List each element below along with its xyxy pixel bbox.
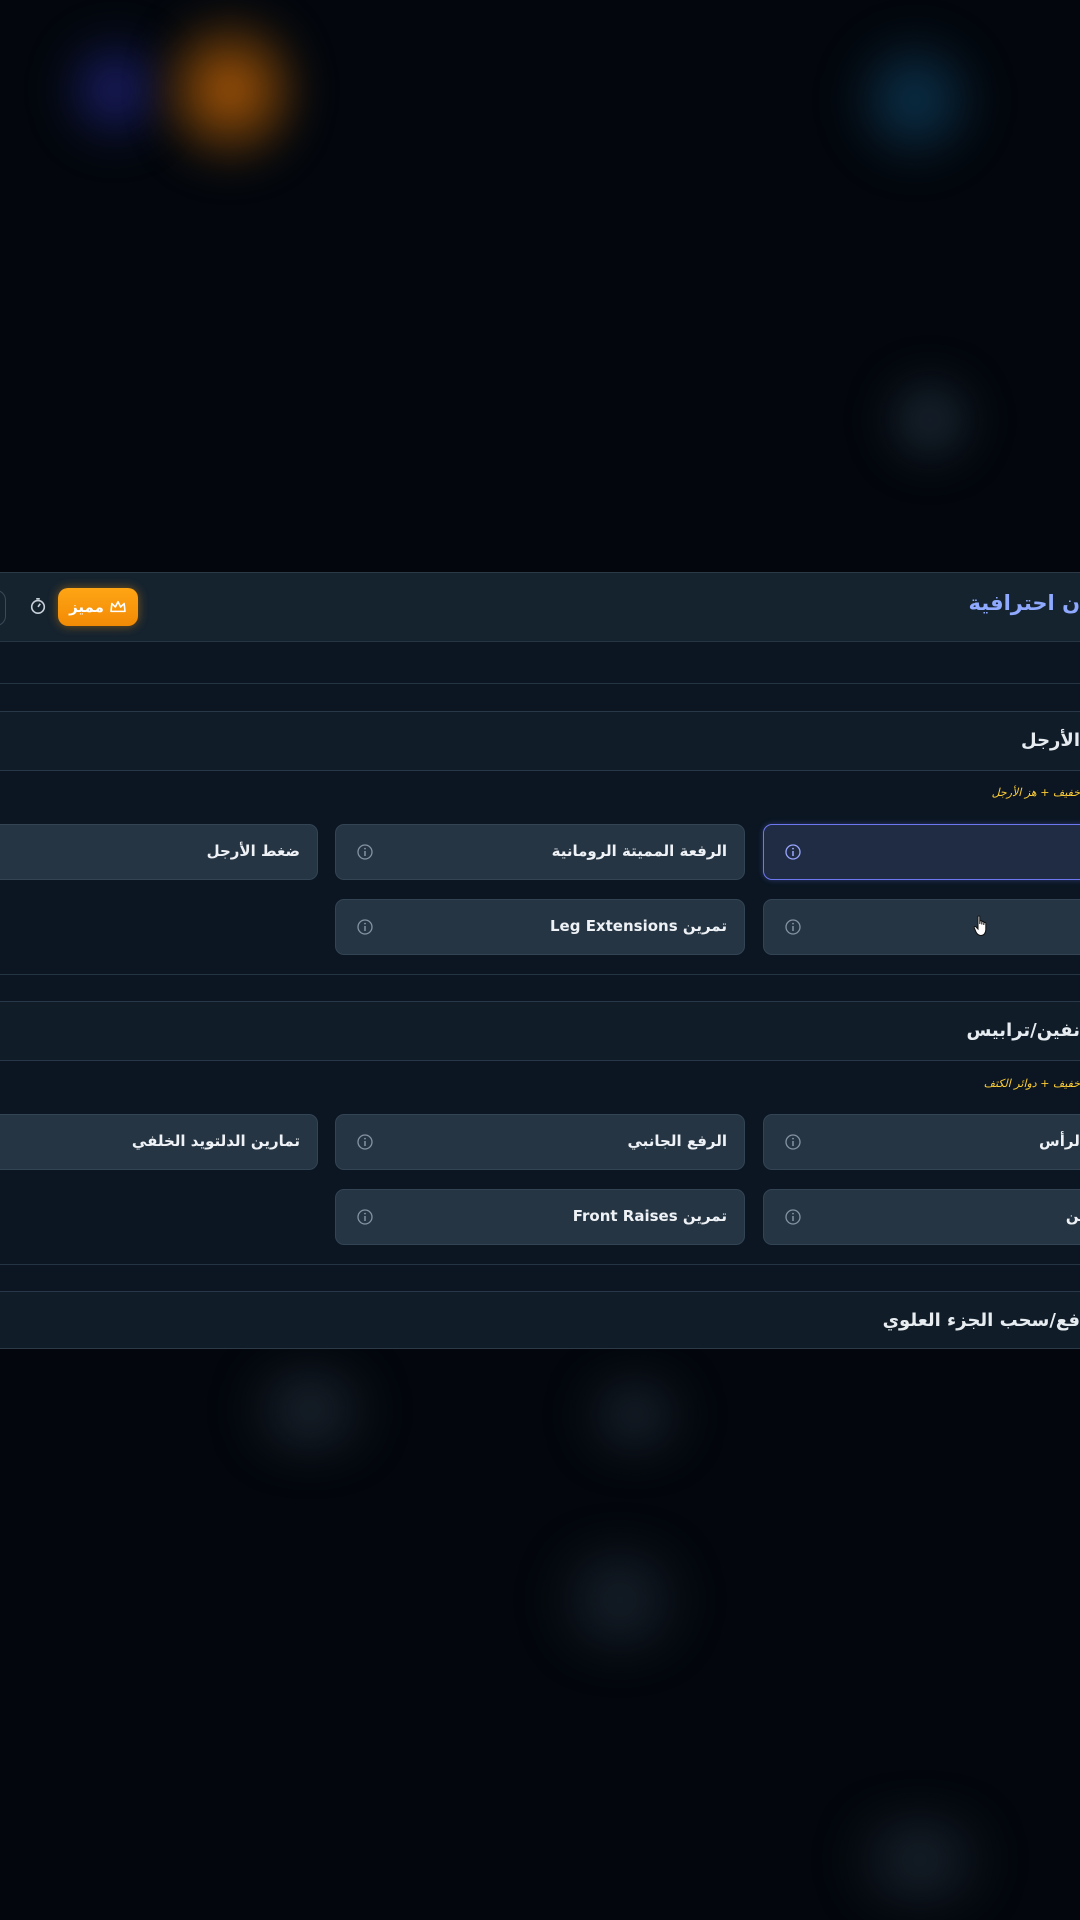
section-bottom-divider — [0, 974, 1080, 975]
exercise-card[interactable]: الرأس — [763, 1114, 1080, 1170]
background-glow — [530, 1540, 710, 1660]
background-glow — [220, 1360, 400, 1460]
exercise-label: تمرين Front Raises — [572, 1207, 727, 1225]
section-bottom-divider — [0, 683, 1080, 684]
exercise-card[interactable]: ضغط الأرجل — [0, 824, 318, 880]
premium-button[interactable]: مميز — [58, 588, 138, 626]
dialog-title: ن احترافية — [968, 591, 1080, 615]
background-glow — [840, 30, 990, 170]
info-icon[interactable] — [785, 1134, 801, 1150]
premium-label: مميز — [69, 598, 104, 616]
dialog-header: مميز ن احترافية — [0, 573, 1080, 642]
section-hint: خفيف + هز الأرجل — [991, 786, 1080, 799]
background-glow — [60, 20, 170, 160]
section-hint: خفيف + دوائر الكتف — [983, 1077, 1080, 1090]
exercise-card[interactable] — [763, 899, 1080, 955]
info-icon[interactable] — [357, 1134, 373, 1150]
section-header-upper-body[interactable]: فع/سحب الجزء العلوي — [0, 1291, 1080, 1348]
section-title: نفين/ترابيس — [966, 1020, 1080, 1041]
exercise-label: الرفع الجانبي — [627, 1132, 727, 1150]
exercise-label: تمارين الدلتويد الخلفي — [131, 1132, 300, 1150]
section-bottom-divider — [0, 1264, 1080, 1265]
info-icon[interactable] — [357, 844, 373, 860]
exercise-label: الرفعة المميتة الرومانية — [551, 842, 727, 860]
section-header-legs[interactable]: الأرجل — [0, 711, 1080, 771]
exercise-card[interactable]: الرفعة المميتة الرومانية — [335, 824, 745, 880]
exercise-card[interactable]: تمارين الدلتويد الخلفي — [0, 1114, 318, 1170]
background-glow — [870, 370, 990, 470]
exercise-card[interactable]: الرفع الجانبي — [335, 1114, 745, 1170]
info-icon[interactable] — [357, 919, 373, 935]
exercise-card[interactable]: تمرين Front Raises — [335, 1189, 745, 1245]
exercise-picker-dialog: مميز ن احترافية الأرجل خفيف + هز الأرجل … — [0, 572, 1080, 1349]
info-icon[interactable] — [785, 919, 801, 935]
section-title: الأرجل — [1021, 730, 1080, 751]
exercise-card[interactable]: ين — [763, 1189, 1080, 1245]
background-glow — [160, 0, 300, 180]
info-icon[interactable] — [785, 844, 801, 860]
hand-cursor-icon — [973, 915, 987, 937]
background-glow — [560, 1370, 710, 1460]
exercise-card[interactable] — [763, 824, 1080, 880]
section-title: فع/سحب الجزء العلوي — [882, 1310, 1080, 1331]
exercise-card[interactable]: تمرين Leg Extensions — [335, 899, 745, 955]
section-header-shoulders[interactable]: نفين/ترابيس — [0, 1001, 1080, 1061]
timer-icon[interactable] — [29, 597, 47, 615]
exercise-label: ضغط الأرجل — [206, 842, 300, 860]
info-icon[interactable] — [357, 1209, 373, 1225]
info-icon[interactable] — [785, 1209, 801, 1225]
crown-icon — [110, 600, 126, 613]
exercise-label: ين — [1065, 1207, 1080, 1225]
close-button[interactable] — [0, 590, 6, 626]
exercise-label: تمرين Leg Extensions — [550, 917, 727, 935]
exercise-label: الرأس — [1039, 1132, 1080, 1150]
background-glow — [820, 1810, 1020, 1910]
